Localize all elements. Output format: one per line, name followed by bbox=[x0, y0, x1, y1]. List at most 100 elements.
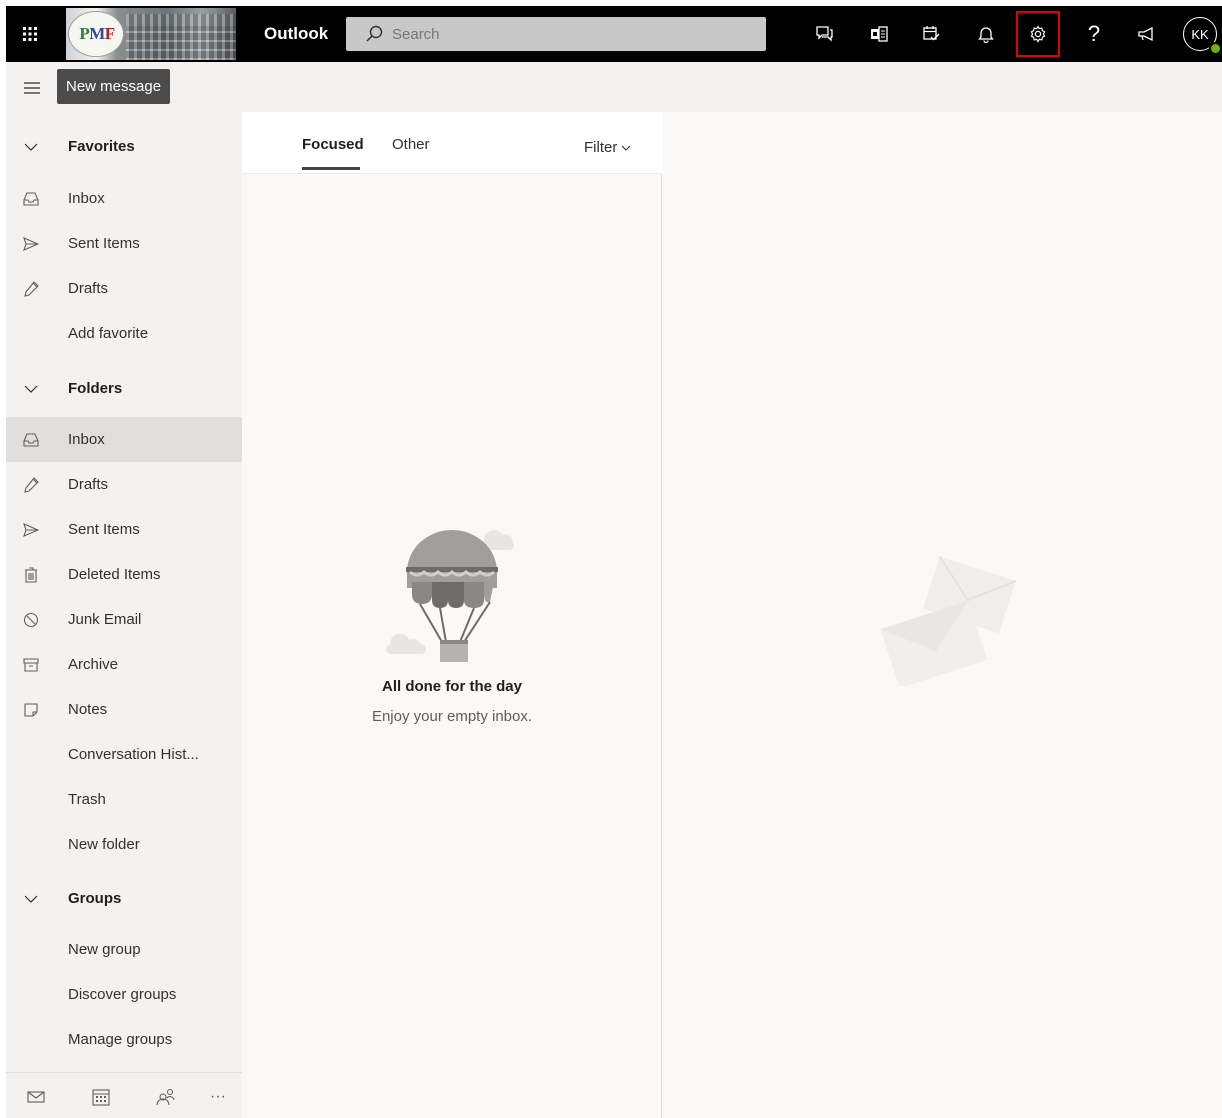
block-icon bbox=[20, 597, 42, 642]
folder-item-junk-email[interactable]: Junk Email bbox=[6, 597, 242, 642]
active-tab-indicator bbox=[302, 167, 360, 170]
new-message-button[interactable]: New message bbox=[57, 69, 171, 104]
feedback-button[interactable] bbox=[1126, 14, 1166, 54]
folder-item-drafts[interactable]: Drafts bbox=[6, 462, 242, 507]
new-folder-link[interactable]: New folder bbox=[6, 822, 242, 867]
groups-label: Groups bbox=[68, 890, 122, 907]
people-icon bbox=[156, 1088, 175, 1106]
message-list-header: Focused Other Filter bbox=[242, 112, 662, 174]
envelopes-illustration bbox=[880, 555, 1017, 686]
hamburger-icon bbox=[24, 82, 40, 94]
settings-button[interactable] bbox=[1016, 11, 1060, 57]
office-apps-icon bbox=[871, 26, 888, 42]
new-group-link[interactable]: New group bbox=[6, 927, 242, 972]
nav-item-label: New folder bbox=[68, 836, 140, 853]
folder-item-inbox[interactable]: Inbox bbox=[6, 417, 242, 462]
add-favorite-link[interactable]: Add favorite bbox=[6, 311, 242, 356]
notifications-icon bbox=[978, 27, 994, 43]
presence-indicator bbox=[1209, 42, 1222, 55]
notifications-button[interactable] bbox=[966, 14, 1006, 54]
inbox-icon bbox=[20, 417, 42, 462]
nav-item-label: Archive bbox=[68, 656, 119, 673]
favorite-item-sent-items[interactable]: Sent Items bbox=[6, 221, 242, 266]
logo-text: PMF bbox=[79, 24, 115, 43]
reading-pane bbox=[663, 112, 1222, 1118]
search-input[interactable] bbox=[392, 24, 752, 44]
favorite-item-drafts[interactable]: Drafts bbox=[6, 266, 242, 311]
settings-icon bbox=[1030, 25, 1046, 43]
chevron-down-icon bbox=[20, 366, 42, 411]
command-bar: New message bbox=[6, 62, 1222, 112]
app-name[interactable]: Outlook bbox=[264, 24, 328, 44]
nav-item-label: Sent Items bbox=[68, 235, 140, 252]
people-module-button[interactable] bbox=[154, 1085, 178, 1109]
favorites-label: Favorites bbox=[68, 138, 135, 155]
pencil-icon bbox=[20, 462, 42, 507]
calendar-module-button[interactable] bbox=[89, 1085, 113, 1109]
folder-pane: Favorites Inbox Sent Items Drafts Add fa… bbox=[6, 112, 242, 1118]
trash-icon bbox=[20, 552, 42, 597]
folder-item-notes[interactable]: Notes bbox=[6, 687, 242, 732]
folder-item-archive[interactable]: Archive bbox=[6, 642, 242, 687]
archive-icon bbox=[20, 642, 42, 687]
help-button[interactable]: ? bbox=[1074, 14, 1114, 54]
folder-item-sent-items[interactable]: Sent Items bbox=[6, 507, 242, 552]
groups-header[interactable]: Groups bbox=[6, 876, 242, 921]
more-apps-button[interactable]: ··· bbox=[206, 1085, 230, 1109]
nav-item-label: Discover groups bbox=[68, 986, 177, 1003]
nav-item-label: Notes bbox=[68, 701, 108, 718]
nav-item-label: Inbox bbox=[68, 431, 105, 448]
pencil-icon bbox=[20, 266, 42, 311]
send-icon bbox=[20, 507, 42, 552]
hot-air-balloon-illustration bbox=[386, 530, 514, 662]
my-day-icon bbox=[923, 26, 940, 41]
office-apps-button[interactable] bbox=[859, 14, 899, 54]
nav-item-label: Sent Items bbox=[68, 521, 140, 538]
nav-item-label: Conversation Hist... bbox=[68, 746, 199, 763]
help-icon: ? bbox=[1087, 21, 1101, 46]
nav-item-label: New group bbox=[68, 941, 141, 958]
more-icon: ··· bbox=[210, 1088, 226, 1105]
favorite-item-inbox[interactable]: Inbox bbox=[6, 176, 242, 221]
search-box[interactable] bbox=[346, 17, 766, 51]
skype-chat-icon bbox=[816, 26, 833, 42]
nav-item-label: Add favorite bbox=[68, 325, 149, 342]
message-list-pane: Focused Other Filter All done for the da… bbox=[242, 112, 662, 1118]
manage-groups-link[interactable]: Manage groups bbox=[6, 1017, 242, 1062]
chevron-down-icon bbox=[20, 876, 42, 921]
nav-item-label: Deleted Items bbox=[68, 566, 161, 583]
my-day-button[interactable] bbox=[911, 14, 951, 54]
skype-chat-button[interactable] bbox=[804, 14, 844, 54]
mail-icon bbox=[27, 1091, 45, 1103]
chevron-down-icon bbox=[20, 124, 42, 169]
folder-item-conversation-history[interactable]: Conversation Hist... bbox=[6, 732, 242, 777]
nav-item-label: Inbox bbox=[68, 190, 105, 207]
app-launcher-icon bbox=[23, 27, 37, 41]
discover-groups-link[interactable]: Discover groups bbox=[6, 972, 242, 1017]
filter-label: Filter bbox=[584, 139, 618, 156]
feedback-icon bbox=[1138, 26, 1153, 42]
folders-header[interactable]: Folders bbox=[6, 366, 242, 411]
app-launcher-button[interactable] bbox=[6, 6, 54, 62]
nav-item-label: Junk Email bbox=[68, 611, 142, 628]
calendar-icon bbox=[92, 1089, 110, 1106]
send-icon bbox=[20, 221, 42, 266]
top-bar: PMF Outlook Search ? KK bbox=[6, 6, 1222, 62]
logo-seal: PMF bbox=[68, 11, 124, 57]
folder-item-trash[interactable]: Trash bbox=[6, 777, 242, 822]
nav-item-label: Trash bbox=[68, 791, 106, 808]
nav-item-label: Manage groups bbox=[68, 1031, 173, 1048]
tab-focused[interactable]: Focused bbox=[302, 136, 364, 153]
note-icon bbox=[20, 687, 42, 732]
tab-other[interactable]: Other bbox=[392, 136, 430, 153]
nav-item-label: Drafts bbox=[68, 280, 109, 297]
empty-state-subtitle: Enjoy your empty inbox. bbox=[371, 708, 533, 725]
chevron-down-icon bbox=[621, 145, 631, 151]
collapse-navigation-button[interactable] bbox=[12, 74, 52, 102]
organization-logo[interactable]: PMF bbox=[66, 8, 236, 60]
mail-module-button[interactable] bbox=[24, 1085, 48, 1109]
favorites-header[interactable]: Favorites bbox=[6, 124, 242, 169]
folder-item-deleted-items[interactable]: Deleted Items bbox=[6, 552, 242, 597]
filter-button[interactable]: Filter bbox=[584, 139, 631, 156]
search-icon bbox=[366, 25, 383, 42]
